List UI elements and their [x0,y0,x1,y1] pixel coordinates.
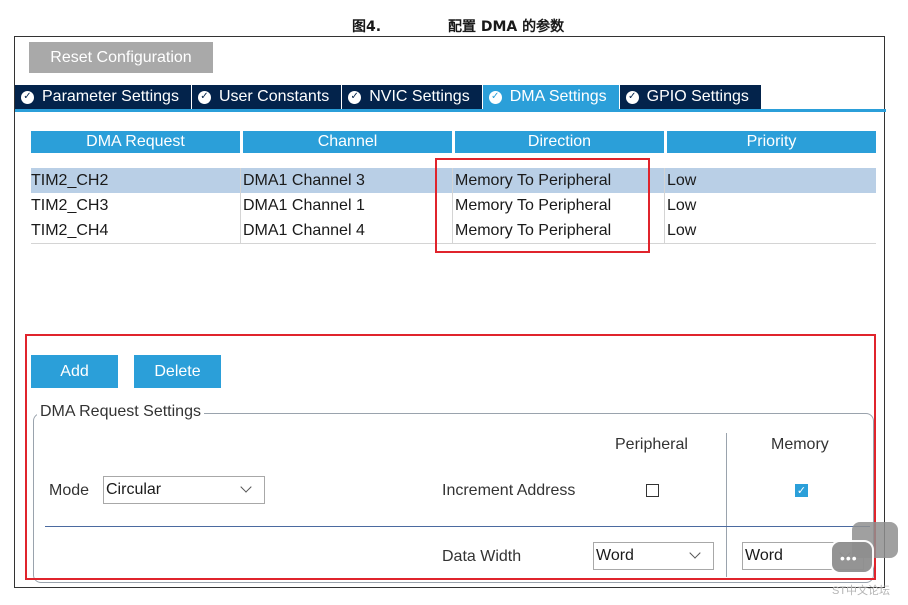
dma-configuration-panel: Reset Configuration ✓ Parameter Settings… [14,36,886,588]
cell-request[interactable]: TIM2_CH3 [31,193,241,218]
tab-label: NVIC Settings [369,88,470,105]
column-header-direction[interactable]: Direction [455,131,664,153]
data-width-label: Data Width [442,548,522,565]
check-circle-icon: ✓ [625,90,639,104]
tab-dma-settings[interactable]: ✓ DMA Settings [482,85,620,109]
check-circle-icon: ✓ [348,90,362,104]
column-header-priority[interactable]: Priority [667,131,876,153]
cell-request[interactable]: TIM2_CH4 [31,218,241,243]
check-circle-icon: ✓ [21,90,34,104]
check-circle-icon: ✓ [197,90,211,104]
increment-address-label: Increment Address [442,482,576,499]
table-row[interactable]: TIM2_CH4 DMA1 Channel 4 Memory To Periph… [31,218,876,243]
column-header-channel[interactable]: Channel [243,131,452,153]
peripheral-increment-checkbox[interactable] [646,484,659,497]
figure-number: 图4. [352,19,382,35]
column-divider [726,433,727,577]
chevron-down-icon [839,547,851,559]
peripheral-header: Peripheral [615,436,688,453]
cell-request[interactable]: TIM2_CH2 [31,168,241,193]
dma-table-body: TIM2_CH2 DMA1 Channel 3 Memory To Periph… [31,168,876,244]
table-row[interactable]: TIM2_CH3 DMA1 Channel 1 Memory To Periph… [31,193,876,218]
cell-priority[interactable]: Low [665,193,876,218]
tab-label: User Constants [218,88,330,105]
memory-header: Memory [771,436,829,453]
cell-channel[interactable]: DMA1 Channel 3 [241,168,453,193]
mode-select[interactable]: Circular [103,476,265,504]
table-row[interactable]: TIM2_CH2 DMA1 Channel 3 Memory To Periph… [31,168,876,193]
tab-parameter-settings[interactable]: ✓ Parameter Settings [15,85,192,109]
tab-nvic-settings[interactable]: ✓ NVIC Settings [342,85,483,109]
memory-width-value: Word [745,547,783,564]
tab-gpio-settings[interactable]: ✓ GPIO Settings [619,85,762,109]
mode-label: Mode [49,482,90,499]
settings-divider [45,526,870,527]
tabs-underline [15,109,886,112]
delete-button[interactable]: Delete [134,355,221,388]
tab-label: Parameter Settings [42,88,179,105]
dma-request-settings-legend: DMA Request Settings [37,403,204,421]
chevron-down-icon [689,547,701,559]
peripheral-data-width-select[interactable]: Word [593,542,714,570]
settings-tabs: ✓ Parameter Settings ✓ User Constants ✓ … [15,85,762,109]
checkmark-icon: ✓ [796,485,807,497]
chevron-down-icon [240,481,252,493]
reset-configuration-button[interactable]: Reset Configuration [29,42,213,73]
tab-label: GPIO Settings [646,88,749,105]
cell-channel[interactable]: DMA1 Channel 4 [241,218,453,243]
cell-priority[interactable]: Low [665,218,876,243]
add-button[interactable]: Add [31,355,118,388]
cell-direction[interactable]: Memory To Peripheral [453,218,665,243]
cell-priority[interactable]: Low [665,168,876,193]
mode-select-value: Circular [106,481,162,498]
tab-label: DMA Settings [509,88,607,105]
cell-channel[interactable]: DMA1 Channel 1 [241,193,453,218]
cell-direction[interactable]: Memory To Peripheral [453,168,665,193]
tab-user-constants[interactable]: ✓ User Constants [191,85,343,109]
memory-data-width-select[interactable]: Word [742,542,864,570]
dma-table-header: DMA Request Channel Direction Priority [31,131,876,153]
peripheral-width-value: Word [596,547,634,564]
cell-direction[interactable]: Memory To Peripheral [453,193,665,218]
check-circle-icon: ✓ [488,90,502,104]
figure-title: 配置 DMA 的参数 [448,19,565,35]
memory-increment-checkbox[interactable]: ✓ [795,484,808,497]
figure-caption: 图4. 配置 DMA 的参数 [0,10,908,38]
column-header-dma-request[interactable]: DMA Request [31,131,240,153]
